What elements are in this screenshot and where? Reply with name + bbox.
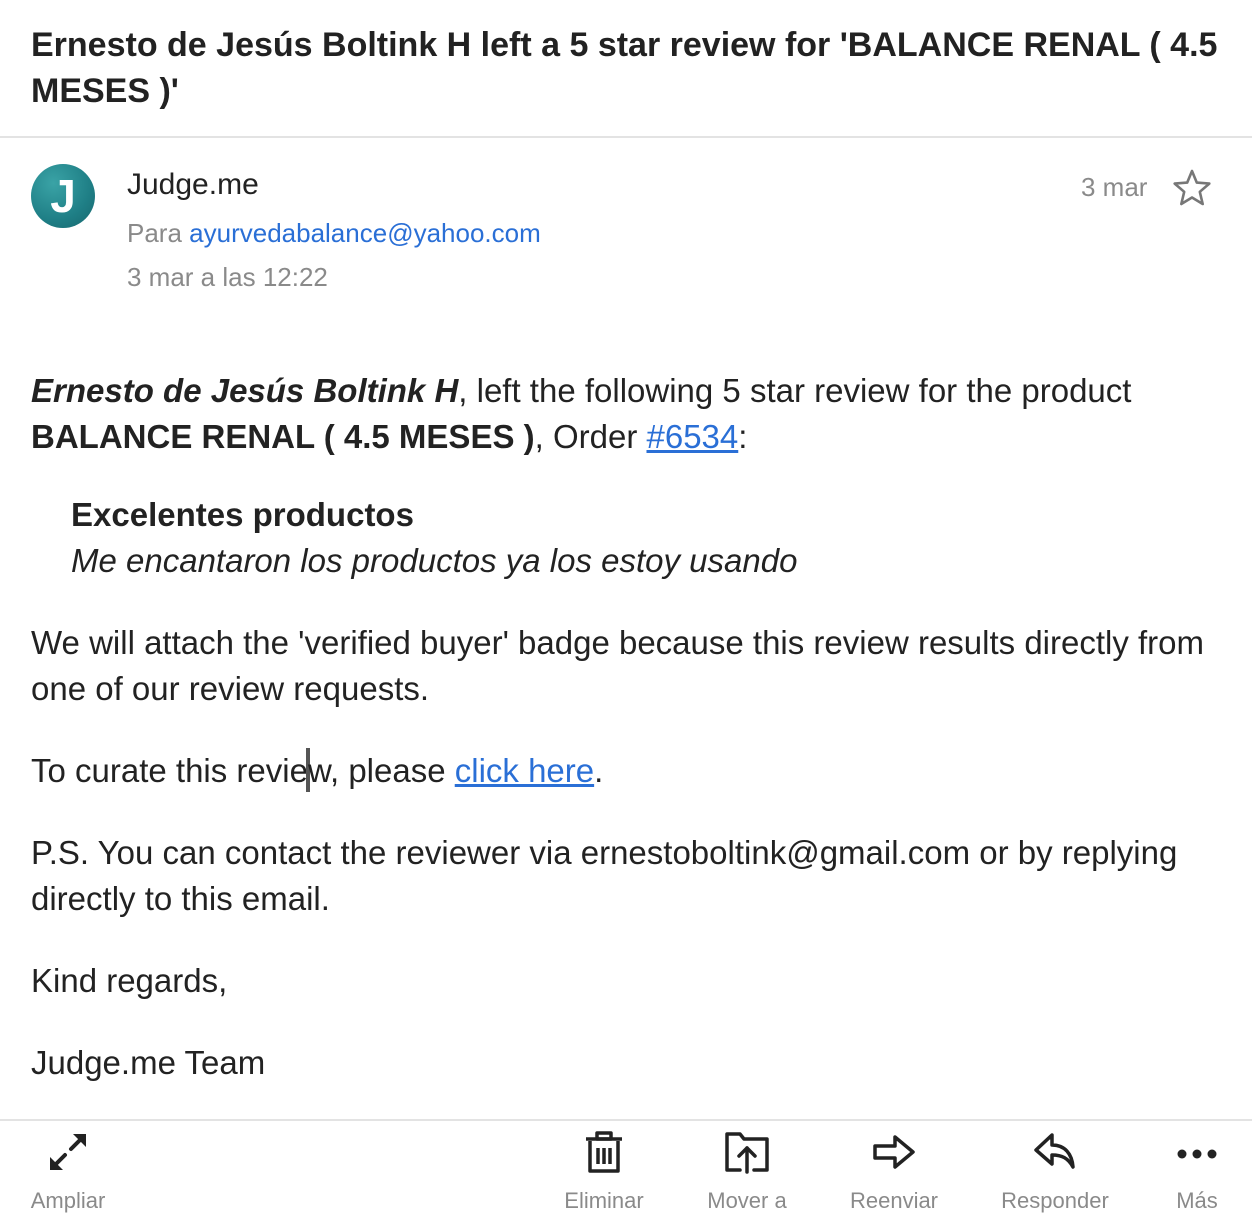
expand-icon xyxy=(50,1134,86,1170)
intro-text: , left the following 5 star review for t… xyxy=(458,372,1132,409)
curate-text-2: w, please xyxy=(307,752,455,789)
intro-paragraph: Ernesto de Jesús Boltink H, left the fol… xyxy=(31,368,1231,460)
delete-button[interactable]: Eliminar xyxy=(560,1130,648,1214)
curate-text-1: To curate this revie xyxy=(31,752,308,789)
recipient-line: Para ayurvedabalance@yahoo.com xyxy=(127,218,541,249)
forward-button[interactable]: Reenviar xyxy=(846,1130,942,1214)
intro-colon: : xyxy=(738,418,748,455)
curate-period: . xyxy=(594,752,604,789)
order-label: , Order xyxy=(534,418,647,455)
email-subject: Ernesto de Jesús Boltink H left a 5 star… xyxy=(31,26,1218,110)
header-divider xyxy=(0,136,1252,138)
verified-note: We will attach the 'verified buyer' badg… xyxy=(31,624,1205,707)
sent-date-short: 3 mar xyxy=(1081,172,1148,202)
more-label: Más xyxy=(1176,1188,1218,1213)
signature: Judge.me Team xyxy=(31,1044,266,1081)
review-text: Me encantaron los productos ya los estoy… xyxy=(71,542,798,579)
forward-arrow-icon xyxy=(873,1135,915,1169)
expand-button[interactable]: Ampliar xyxy=(28,1130,108,1214)
curate-paragraph: To curate this review, please click here… xyxy=(31,748,1231,794)
email-body: Ernesto de Jesús Boltink H, left the fol… xyxy=(31,368,1231,1086)
review-title: Excelentes productos xyxy=(71,496,414,533)
order-link[interactable]: #6534 xyxy=(646,418,738,455)
more-button[interactable]: Más xyxy=(1168,1130,1226,1214)
click-here-link[interactable]: click here xyxy=(455,752,594,789)
star-icon[interactable] xyxy=(1172,168,1212,208)
reviewer-name: Ernesto de Jesús Boltink H xyxy=(31,372,459,409)
more-dots-icon xyxy=(1177,1149,1217,1159)
sent-datetime: 3 mar a las 12:22 xyxy=(127,262,328,292)
move-folder-icon xyxy=(725,1132,769,1174)
product-name: BALANCE RENAL ( 4.5 MESES ) xyxy=(31,418,535,455)
trash-icon xyxy=(586,1131,622,1173)
reply-label: Responder xyxy=(1001,1188,1109,1213)
review-quote: Excelentes productos Me encantaron los p… xyxy=(71,492,1231,584)
regards: Kind regards, xyxy=(31,962,228,999)
toolbar-divider xyxy=(0,1119,1252,1121)
sender-avatar[interactable]: J xyxy=(31,164,95,228)
ps-paragraph: P.S. You can contact the reviewer via er… xyxy=(31,834,1178,917)
sender-name[interactable]: Judge.me xyxy=(127,168,259,202)
reply-arrow-icon xyxy=(1034,1133,1075,1169)
move-label: Mover a xyxy=(707,1188,787,1213)
delete-label: Eliminar xyxy=(564,1188,644,1213)
reply-button[interactable]: Responder xyxy=(996,1130,1114,1214)
to-label: Para xyxy=(127,218,182,248)
move-button[interactable]: Mover a xyxy=(702,1130,792,1214)
recipient-address[interactable]: ayurvedabalance@yahoo.com xyxy=(189,218,541,248)
email-view: Ernesto de Jesús Boltink H left a 5 star… xyxy=(0,0,1252,1232)
forward-label: Reenviar xyxy=(849,1188,939,1213)
expand-label: Ampliar xyxy=(30,1188,106,1213)
